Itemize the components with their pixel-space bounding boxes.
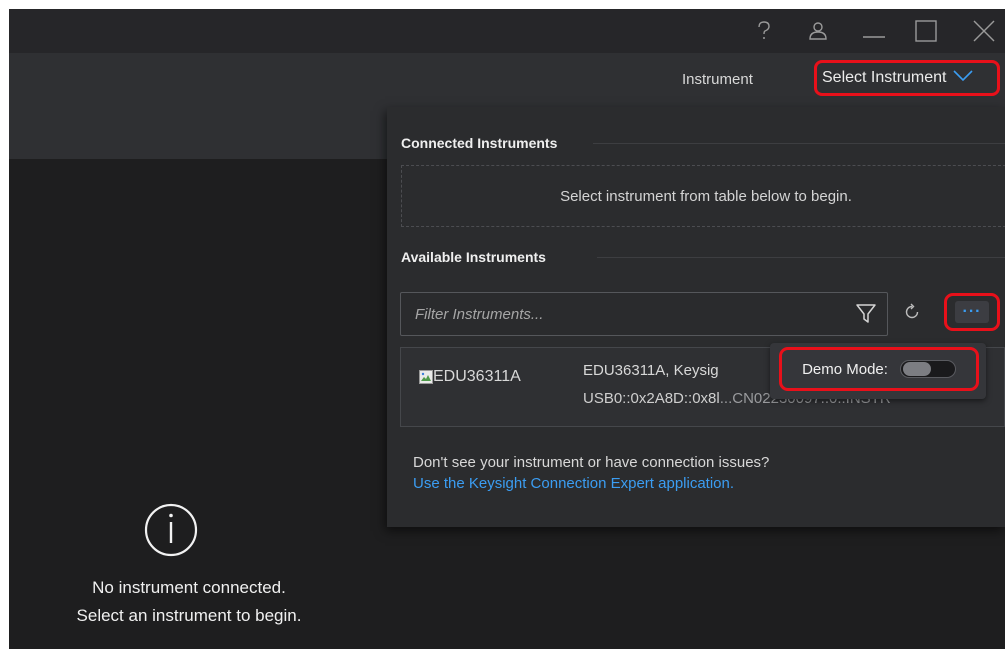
no-instrument-message: No instrument connected. Select an instr… — [9, 574, 369, 630]
title-bar — [9, 9, 1005, 53]
broken-image-icon — [419, 370, 433, 384]
instrument-image: EDU36311A — [419, 368, 521, 386]
demo-mode-control: Demo Mode: — [779, 347, 979, 391]
demo-mode-toggle[interactable] — [899, 360, 956, 378]
app-window: Instrument Select Instrument No instrume… — [9, 9, 1005, 649]
close-icon[interactable] — [969, 17, 999, 45]
help-icon[interactable] — [754, 17, 774, 45]
filter-box — [400, 292, 888, 336]
filter-icon[interactable] — [855, 303, 877, 330]
demo-mode-label: Demo Mode: — [802, 360, 888, 378]
user-icon[interactable] — [806, 17, 830, 45]
instrument-name: EDU36311A, Keysig — [583, 362, 719, 379]
minimize-icon[interactable] — [860, 17, 888, 45]
help-text: Don't see your instrument or have connec… — [413, 454, 770, 471]
instrument-image-alt: EDU36311A — [433, 368, 521, 385]
more-options-icon: ··· — [955, 301, 989, 323]
connected-empty-text: Select instrument from table below to be… — [560, 187, 852, 205]
more-options-button[interactable]: ··· — [944, 293, 1000, 331]
instrument-label: Instrument — [682, 71, 753, 88]
select-instrument-label: Select Instrument — [822, 69, 947, 86]
connected-divider — [593, 143, 1005, 144]
instrument-panel: Connected Instruments Select instrument … — [387, 107, 1005, 527]
available-divider — [597, 257, 1005, 258]
connected-instruments-title: Connected Instruments — [401, 135, 558, 151]
available-instruments-title: Available Instruments — [401, 249, 546, 265]
toggle-knob — [902, 362, 931, 376]
filter-instruments-input[interactable] — [401, 293, 841, 335]
connected-instruments-empty: Select instrument from table below to be… — [401, 165, 1005, 227]
main-toolbar: Instrument Select Instrument — [9, 53, 1005, 107]
no-instrument-line1: No instrument connected. — [92, 578, 286, 597]
info-icon — [143, 502, 199, 563]
refresh-icon[interactable] — [903, 303, 921, 326]
sub-toolbar — [9, 107, 389, 159]
connection-expert-link[interactable]: Use the Keysight Connection Expert appli… — [413, 475, 734, 492]
chevron-down-icon — [952, 69, 973, 87]
select-instrument-button[interactable]: Select Instrument — [814, 60, 1000, 96]
demo-mode-popup: Demo Mode: — [770, 343, 986, 399]
maximize-icon[interactable] — [913, 17, 939, 45]
no-instrument-line2: Select an instrument to begin. — [76, 606, 302, 625]
instrument-address-start: USB0::0x2A8D::0x8l — [583, 390, 720, 407]
